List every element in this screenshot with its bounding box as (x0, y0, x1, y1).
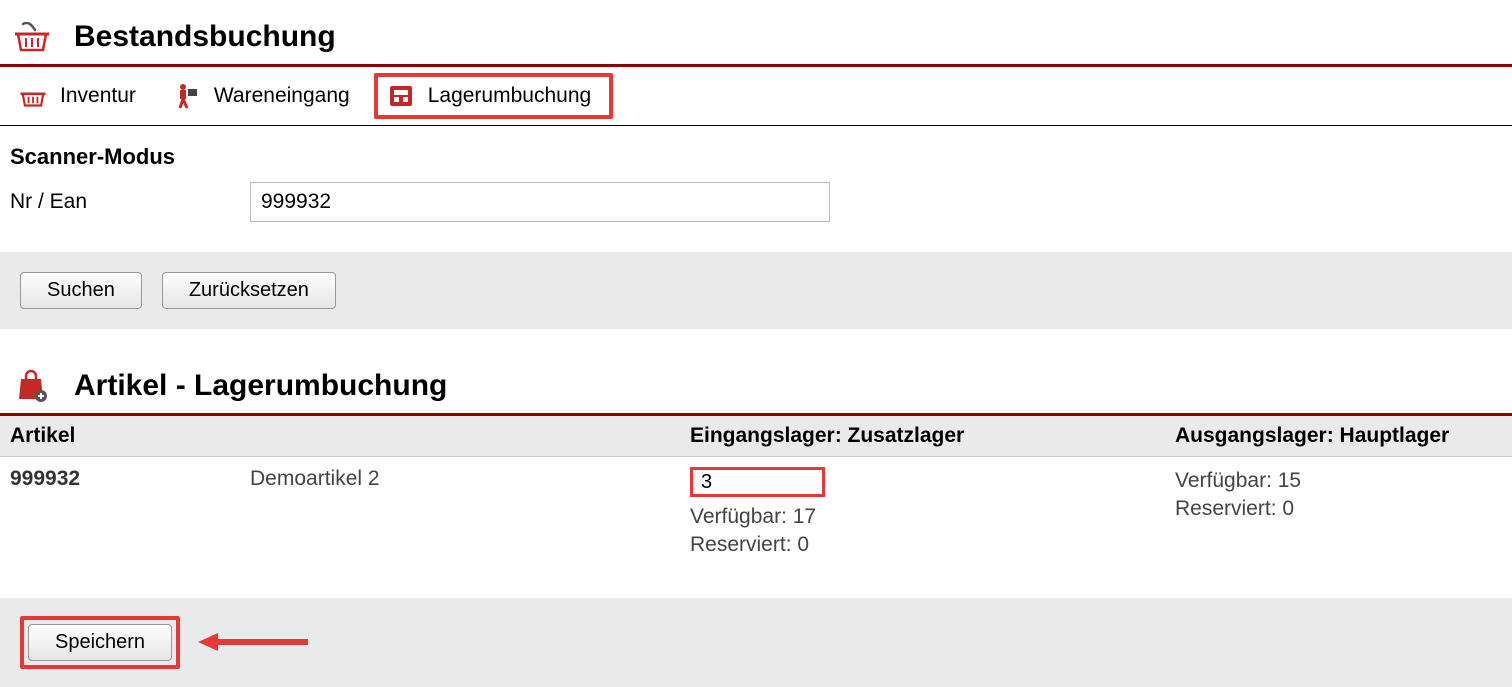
save-button[interactable]: Speichern (28, 624, 172, 661)
tab-label: Inventur (60, 84, 136, 108)
search-button[interactable]: Suchen (20, 272, 142, 309)
incoming-reserved: Reserviert: 0 (690, 531, 1155, 559)
tab-label: Wareneingang (214, 84, 350, 108)
col-header-article: Artikel (0, 416, 680, 456)
tab-transfer[interactable]: Lagerumbuchung (374, 73, 613, 119)
outgoing-available: Verfügbar: 15 (1175, 467, 1502, 495)
arrow-left-icon (198, 630, 308, 654)
article-heading: Artikel - Lagerumbuchung (74, 369, 447, 403)
article-section-header: Artikel - Lagerumbuchung (0, 329, 1512, 416)
tab-incoming[interactable]: Wareneingang (160, 69, 374, 123)
scanner-label: Nr / Ean (10, 190, 250, 214)
basket-icon (15, 22, 49, 52)
page-title: Bestandsbuchung (74, 20, 336, 54)
scanner-section: Scanner-Modus Nr / Ean (0, 126, 1512, 230)
outgoing-reserved: Reserviert: 0 (1175, 495, 1502, 523)
incoming-available: Verfügbar: 17 (690, 503, 1155, 531)
page-header: Bestandsbuchung (0, 0, 1512, 67)
scanner-input[interactable] (250, 182, 830, 222)
quantity-input[interactable] (690, 467, 825, 497)
save-bar: Speichern (0, 598, 1512, 687)
article-table: Artikel Eingangslager: Zusatzlager Ausga… (0, 416, 1512, 568)
article-number: 999932 (10, 467, 250, 560)
col-header-outgoing: Ausgangslager: Hauptlager (1165, 416, 1512, 456)
shopping-bag-add-icon (15, 369, 49, 403)
search-button-bar: Suchen Zurücksetzen (0, 252, 1512, 329)
article-table-header: Artikel Eingangslager: Zusatzlager Ausga… (0, 416, 1512, 457)
scanner-heading: Scanner-Modus (10, 144, 1502, 170)
table-row: 999932 Demoartikel 2 Verfügbar: 17 Reser… (0, 457, 1512, 568)
col-header-incoming: Eingangslager: Zusatzlager (680, 416, 1165, 456)
tab-inventory[interactable]: Inventur (6, 70, 160, 122)
tab-label: Lagerumbuchung (428, 84, 591, 108)
reset-button[interactable]: Zurücksetzen (162, 272, 336, 309)
basket-icon (20, 85, 46, 107)
warehouse-transfer-icon (388, 83, 414, 109)
save-button-highlight: Speichern (20, 616, 180, 669)
article-name: Demoartikel 2 (250, 467, 380, 560)
tabs-bar: Inventur Wareneingang Lagerumbuchung (0, 67, 1512, 126)
delivery-person-icon (174, 83, 200, 109)
